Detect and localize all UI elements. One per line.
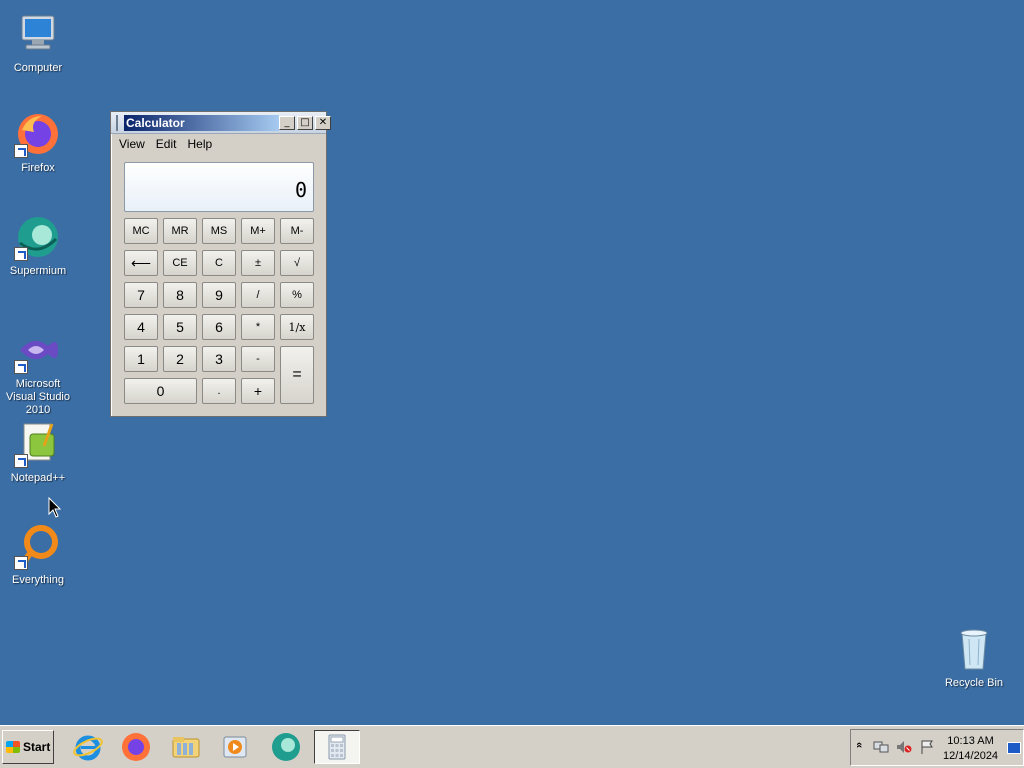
clock[interactable]: 10:13 AM 12/14/2024 xyxy=(943,734,998,764)
key-sqrt[interactable]: √ xyxy=(280,250,314,276)
key-9[interactable]: 9 xyxy=(202,282,236,308)
calculator-app-icon xyxy=(116,114,118,131)
desktop-icon-label: Notepad++ xyxy=(10,472,66,484)
key-8[interactable]: 8 xyxy=(163,282,197,308)
desktop-icon-supermium[interactable]: Supermium xyxy=(0,213,76,278)
supermium-icon xyxy=(14,213,62,261)
desktop-icon-notepadpp[interactable]: Notepad++ xyxy=(0,420,76,485)
title-bar[interactable]: Calculator _ □ ✕ xyxy=(111,112,331,134)
visual-studio-icon xyxy=(14,326,62,374)
key-multiply[interactable]: * xyxy=(241,314,275,340)
shortcut-arrow-icon xyxy=(14,556,28,570)
desktop-icon-label: Firefox xyxy=(21,162,55,174)
folder-icon xyxy=(172,737,200,758)
taskbar-app-calculator[interactable] xyxy=(314,730,360,764)
start-button[interactable]: Start xyxy=(2,730,54,764)
desktop-icon-label: Everything xyxy=(12,574,64,586)
clock-date: 12/14/2024 xyxy=(943,750,999,762)
key-m-minus[interactable]: M- xyxy=(280,218,314,244)
key-4[interactable]: 4 xyxy=(124,314,158,340)
show-desktop-button[interactable] xyxy=(1007,742,1021,754)
calculator-icon xyxy=(328,734,346,760)
network-icon[interactable] xyxy=(873,740,889,754)
key-3[interactable]: 3 xyxy=(202,346,236,372)
taskbar-app-internet-explorer[interactable] xyxy=(67,730,109,764)
menu-view[interactable]: View xyxy=(115,137,149,151)
key-ce[interactable]: CE xyxy=(163,250,197,276)
system-tray: « 10:13 AM 12/14/2024 xyxy=(850,729,1024,766)
menu-help[interactable]: Help xyxy=(183,137,216,151)
menu-edit[interactable]: Edit xyxy=(152,137,181,151)
key-c[interactable]: C xyxy=(202,250,236,276)
key-0[interactable]: 0 xyxy=(124,378,197,404)
desktop-icon-recycle-bin[interactable]: Recycle Bin xyxy=(936,625,1012,690)
key-mr[interactable]: MR xyxy=(163,218,197,244)
close-button[interactable]: ✕ xyxy=(315,115,331,130)
key-6[interactable]: 6 xyxy=(202,314,236,340)
key-1[interactable]: 1 xyxy=(124,346,158,372)
internet-explorer-icon xyxy=(73,735,103,761)
calculator-display: 0 xyxy=(124,162,314,212)
desktop-icon-label: Supermium xyxy=(9,265,67,277)
desktop-icon-label: Microsoft Visual Studio 2010 xyxy=(5,378,70,416)
taskbar-app-firefox[interactable] xyxy=(115,730,157,764)
key-plus-minus[interactable]: ± xyxy=(241,250,275,276)
everything-icon xyxy=(14,522,62,570)
taskbar: Start « 10:13 AM 12/14/2024 xyxy=(0,725,1024,768)
key-7[interactable]: 7 xyxy=(124,282,158,308)
maximize-button[interactable]: □ xyxy=(297,115,313,130)
desktop-icon-everything[interactable]: Everything xyxy=(0,522,76,587)
key-decimal[interactable]: . xyxy=(202,378,236,404)
firefox-icon xyxy=(122,733,150,761)
shortcut-arrow-icon xyxy=(14,247,28,261)
menu-bar: View Edit Help xyxy=(111,134,326,154)
key-divide[interactable]: / xyxy=(241,282,275,308)
volume-muted-icon[interactable] xyxy=(896,740,912,754)
key-backspace[interactable]: ⟵ xyxy=(124,250,158,276)
taskbar-app-supermium[interactable] xyxy=(265,730,307,764)
show-hidden-icons-button[interactable]: « xyxy=(853,742,865,748)
notepadpp-icon xyxy=(14,420,62,468)
media-player-icon xyxy=(223,736,247,758)
display-value: 0 xyxy=(294,178,307,202)
firefox-icon xyxy=(14,110,62,158)
key-subtract[interactable]: - xyxy=(241,346,275,372)
calculator-window[interactable]: Calculator _ □ ✕ View Edit Help 0 MC MR … xyxy=(110,111,331,417)
key-2[interactable]: 2 xyxy=(163,346,197,372)
shortcut-arrow-icon xyxy=(14,360,28,374)
window-title: Calculator xyxy=(124,114,279,131)
key-mc[interactable]: MC xyxy=(124,218,158,244)
desktop-icon-label: Computer xyxy=(13,62,63,74)
taskbar-app-file-explorer[interactable] xyxy=(165,730,207,764)
key-percent[interactable]: % xyxy=(280,282,314,308)
recycle-bin-icon xyxy=(950,625,998,673)
key-ms[interactable]: MS xyxy=(202,218,236,244)
key-5[interactable]: 5 xyxy=(163,314,197,340)
windows-logo-icon xyxy=(6,741,20,753)
key-equals[interactable]: = xyxy=(280,346,314,404)
taskbar-app-media-player[interactable] xyxy=(214,730,256,764)
start-label: Start xyxy=(23,740,51,754)
shortcut-arrow-icon xyxy=(14,144,28,158)
supermium-icon xyxy=(272,733,300,761)
key-add[interactable]: + xyxy=(241,378,275,404)
computer-icon xyxy=(14,10,62,58)
desktop-icon-firefox[interactable]: Firefox xyxy=(0,110,76,175)
key-m-plus[interactable]: M+ xyxy=(241,218,275,244)
key-reciprocal[interactable]: 1/x xyxy=(280,314,314,340)
desktop-icon-computer[interactable]: Computer xyxy=(0,10,76,75)
desktop-icon-label: Recycle Bin xyxy=(944,677,1004,689)
clock-time: 10:13 AM xyxy=(947,735,994,747)
mouse-cursor-icon xyxy=(48,497,62,518)
minimize-button[interactable]: _ xyxy=(279,115,295,130)
desktop-icon-visual-studio[interactable]: Microsoft Visual Studio 2010 xyxy=(0,326,76,417)
action-center-flag-icon[interactable] xyxy=(919,740,935,754)
shortcut-arrow-icon xyxy=(14,454,28,468)
